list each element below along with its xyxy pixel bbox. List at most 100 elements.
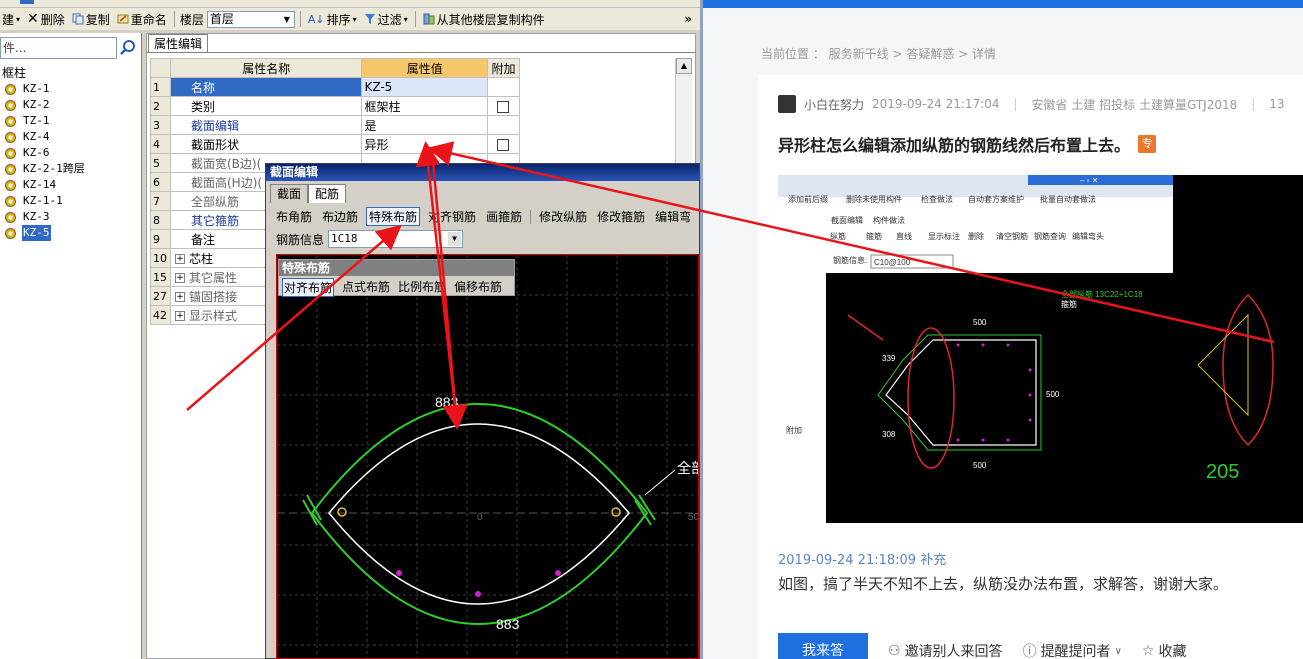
tree-item[interactable]: KZ-1-1: [0, 193, 142, 209]
point-layout-button[interactable]: 点式布筋: [342, 278, 390, 297]
offset-layout-button[interactable]: 偏移布筋: [454, 278, 502, 297]
property-name-text: 截面高(H边)(: [190, 175, 263, 190]
toolbar-overflow-button[interactable]: »: [684, 12, 692, 26]
rebar-point[interactable]: [396, 570, 402, 576]
tree-item[interactable]: KZ-5: [0, 225, 142, 241]
column-component-icon: [5, 115, 16, 127]
favorite-button[interactable]: ☆ 收藏: [1142, 641, 1187, 659]
copy-button[interactable]: 复制: [70, 11, 112, 28]
rebar-point[interactable]: [555, 570, 561, 576]
copy-from-floor-button[interactable]: 从其他楼层复制构件: [421, 11, 547, 28]
embedded-rebar-value: C10@100: [874, 258, 911, 267]
info-icon: ⓘ: [1022, 644, 1037, 659]
tree-item[interactable]: KZ-2-1跨层: [0, 161, 142, 177]
tree-item[interactable]: KZ-6: [0, 145, 142, 161]
toolbar-separator: [414, 11, 416, 27]
align-layout-button[interactable]: 对齐布筋: [282, 278, 335, 297]
scroll-up-icon[interactable]: ▲: [676, 58, 692, 74]
align-rebar-button[interactable]: 对齐钢筋: [426, 208, 478, 225]
delete-button[interactable]: ✕ 删除: [25, 11, 67, 28]
chevron-down-icon: ▼: [283, 14, 290, 24]
tree-item[interactable]: TZ-1: [0, 113, 142, 129]
corner-rebar-button[interactable]: 布角筋: [274, 208, 314, 225]
column-component-icon: [5, 227, 16, 239]
property-row[interactable]: 3 截面编辑 是: [150, 115, 521, 135]
new-button[interactable]: 建 ▾: [0, 11, 22, 28]
row-index: 8: [150, 210, 171, 230]
draw-stirrup-button[interactable]: 画箍筋: [484, 208, 524, 225]
right-mark: 50: [688, 512, 699, 523]
filter-button[interactable]: 过滤 ▾: [362, 11, 410, 28]
property-value[interactable]: KZ-5: [361, 77, 488, 97]
author-name[interactable]: 小白在努力: [804, 96, 864, 113]
edit-longitudinal-button[interactable]: 修改纵筋: [537, 208, 589, 225]
svg-text:‒ ▫ ✕: ‒ ▫ ✕: [1080, 176, 1098, 185]
rebar-point[interactable]: [611, 507, 621, 517]
rename-button[interactable]: 重命名: [115, 11, 169, 28]
row-index: 10: [150, 248, 171, 268]
rebar-point[interactable]: [475, 591, 481, 597]
property-value[interactable]: 框架柱: [361, 96, 488, 116]
property-scrollbar[interactable]: ▲: [675, 58, 692, 168]
tree-item[interactable]: KZ-3: [0, 209, 142, 225]
property-row[interactable]: 2 类别 框架柱: [150, 96, 521, 116]
col-extra: 附加: [486, 58, 521, 78]
search-icon[interactable]: [119, 39, 137, 57]
property-name-text: 名称: [190, 80, 215, 95]
remind-button[interactable]: ⓘ 提醒提问者 ∨: [1023, 641, 1122, 659]
tree-item[interactable]: KZ-1: [0, 81, 142, 97]
floor-select[interactable]: 首层 ▼: [206, 10, 295, 28]
question-actions: 我来答 ⚇ 邀请别人来回答 ⓘ 提醒提问者 ∨ ☆ 收藏: [778, 633, 1186, 659]
edit-bend-button[interactable]: 编辑弯: [653, 208, 693, 225]
row-index: 6: [150, 172, 171, 192]
tab-property-edit[interactable]: 属性编辑: [148, 34, 208, 53]
embedded-dim: 500: [973, 461, 987, 470]
property-name: 截面编辑: [169, 115, 363, 135]
extra-checkbox[interactable]: [497, 138, 510, 151]
embedded-toolbar-item: 自动套方案维护: [968, 194, 1024, 204]
filter-label: 过滤: [377, 12, 402, 27]
edge-rebar-button[interactable]: 布边筋: [320, 208, 360, 225]
tree-root[interactable]: 框柱: [0, 65, 142, 81]
question-screenshot[interactable]: ‒ ▫ ✕ 添加前后缀 删除未使用构件 检查做法 自动套方案维护 批量自动套做法…: [778, 175, 1303, 523]
expand-icon[interactable]: +: [174, 292, 185, 302]
property-value[interactable]: 异形: [361, 134, 488, 154]
section-drawing: 883 883 全部 0 50: [277, 255, 699, 658]
center-mark: 0: [477, 512, 483, 523]
property-row[interactable]: 1 名称 KZ-5: [150, 77, 521, 97]
extra-checkbox-cell: [486, 77, 521, 97]
section-canvas[interactable]: 883 883 全部 0 50: [276, 254, 699, 659]
tab-rebar[interactable]: 配筋: [308, 184, 347, 203]
post-time: 2019-09-24 21:17:04: [872, 97, 1000, 111]
row-index: 7: [150, 191, 171, 211]
col-index: [150, 58, 171, 78]
embedded-toolbar-item: 检查做法: [921, 194, 953, 204]
ratio-layout-button[interactable]: 比例布筋: [398, 278, 446, 297]
property-value[interactable]: 是: [361, 115, 488, 135]
avatar[interactable]: [778, 95, 796, 113]
expand-icon[interactable]: +: [174, 254, 185, 264]
property-row[interactable]: 4 截面形状 异形: [150, 134, 521, 154]
column-component-icon: [5, 147, 16, 159]
chevron-down-icon: ▼: [448, 232, 462, 246]
invite-button[interactable]: ⚇ 邀请别人来回答: [888, 641, 1003, 659]
star-icon: ☆: [1141, 643, 1155, 659]
expand-icon[interactable]: +: [174, 311, 185, 321]
expand-icon[interactable]: +: [174, 273, 185, 283]
extra-checkbox[interactable]: [497, 100, 510, 113]
answer-button[interactable]: 我来答: [778, 633, 868, 659]
rebar-point[interactable]: [337, 507, 347, 517]
toolbar-separator: [173, 11, 175, 27]
search-input[interactable]: 件...: [0, 37, 117, 59]
edit-stirrup-button[interactable]: 修改箍筋: [595, 208, 647, 225]
tree-item[interactable]: KZ-2: [0, 97, 142, 113]
tree-item[interactable]: KZ-14: [0, 177, 142, 193]
tab-section[interactable]: 截面: [270, 184, 309, 203]
tree-item-label: KZ-14: [23, 178, 57, 191]
special-rebar-button[interactable]: 特殊布筋: [366, 207, 421, 226]
tree-item-label: KZ-6: [23, 146, 50, 159]
row-index: 9: [150, 229, 171, 249]
sort-button[interactable]: A↓ 排序 ▾: [306, 11, 359, 28]
tree-item[interactable]: KZ-4: [0, 129, 142, 145]
rebar-info-select[interactable]: 1C18 ▼: [328, 230, 464, 248]
